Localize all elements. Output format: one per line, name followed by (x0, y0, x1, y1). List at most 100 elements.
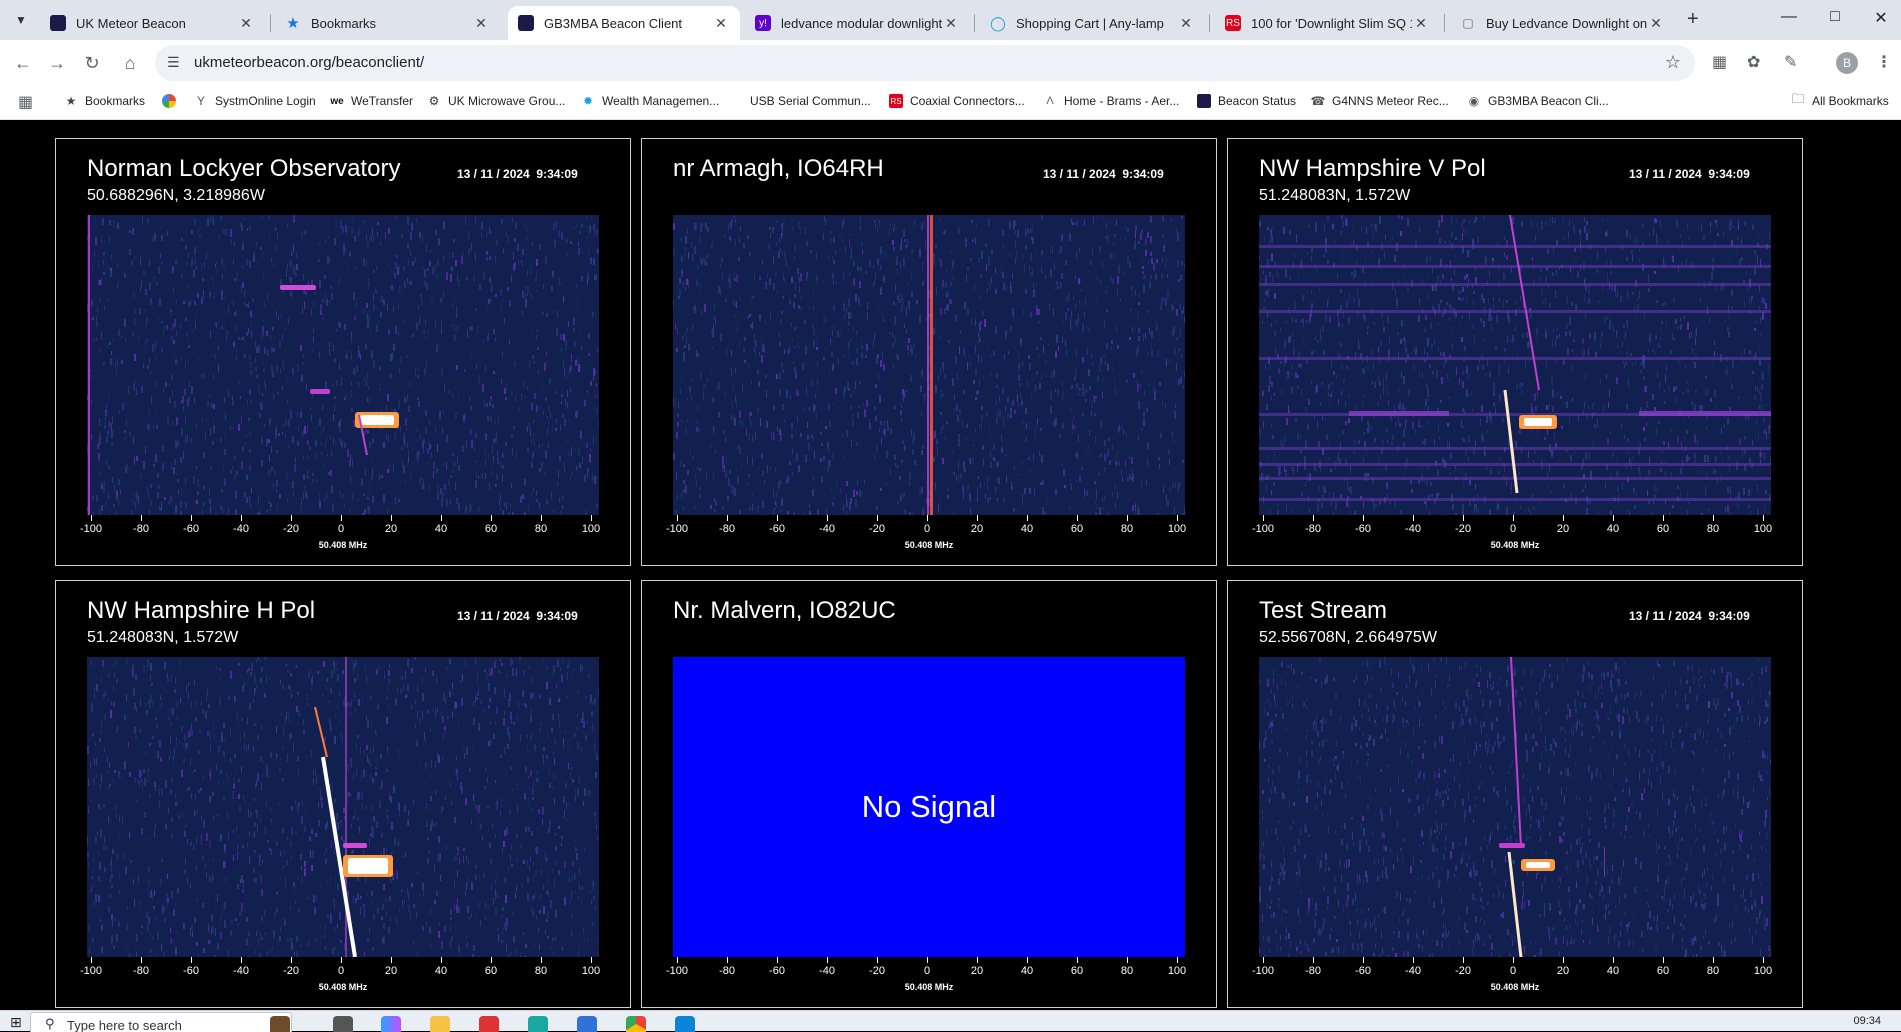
receiver-panel: Norman Lockyer Observatory13 / 11 / 2024… (55, 138, 631, 566)
app-blue-icon[interactable] (577, 1016, 597, 1032)
axis-tick-label: -60 (1343, 965, 1383, 977)
bookmark-wetransfer[interactable]: weWeTransfer (330, 94, 413, 108)
axis-tick-label: -40 (807, 965, 847, 977)
folder-icon: 🗀 (1791, 94, 1805, 108)
browser-toolbar: ← → ↻ ⌂ ☰ ukmeteorbeacon.org/beaconclien… (0, 40, 1901, 86)
minimize-icon[interactable]: — (1774, 8, 1804, 26)
new-tab-plus-icon[interactable]: + (1687, 8, 1699, 31)
axis-tick-label: 100 (1157, 965, 1197, 977)
forward-arrow-icon[interactable]: → (44, 50, 70, 76)
frequency-axis: -100-80-60-40-2002040608010050.408 MHz (1259, 515, 1771, 555)
bookmark-uk-microwave[interactable]: ⚙UK Microwave Grou... (427, 94, 565, 108)
maximize-icon[interactable]: □ (1820, 8, 1850, 26)
extension-custom-icon[interactable]: ✿ (1747, 52, 1760, 72)
axis-tick (1613, 515, 1614, 521)
axis-tick-label: 60 (1643, 523, 1683, 535)
axis-tick (1313, 515, 1314, 521)
bookmark-g4nns[interactable]: ☎G4NNS Meteor Rec... (1311, 94, 1449, 108)
bookmark-beacon-status[interactable]: Beacon Status (1197, 94, 1296, 108)
close-icon[interactable]: ✕ (1177, 15, 1195, 32)
axis-tick (777, 515, 778, 521)
file-explorer-icon[interactable] (430, 1016, 450, 1032)
close-icon[interactable]: ✕ (472, 15, 490, 32)
bookmark-brams[interactable]: ΛHome - Brams - Aer... (1043, 94, 1179, 108)
panel-timestamp: 13 / 11 / 2024 9:34:09 (457, 609, 578, 623)
mail-icon[interactable] (675, 1016, 695, 1032)
close-icon[interactable]: ✕ (1647, 15, 1665, 32)
axis-tick (827, 515, 828, 521)
bookmark-coaxial[interactable]: RSCoaxial Connectors... (889, 94, 1025, 108)
extension-reader-icon[interactable]: ▦ (1712, 52, 1727, 72)
bookmark-label: Wealth Managemen... (602, 94, 719, 108)
tab-rs-downlight[interactable]: RS 100 for 'Downlight Slim SQ 155 ✕ (1215, 6, 1440, 40)
task-view-icon[interactable] (333, 1016, 353, 1032)
axis-tick (1763, 515, 1764, 521)
site-info-icon[interactable]: ☰ (167, 54, 180, 71)
tab-bookmarks[interactable]: ★ Bookmarks ✕ (275, 6, 500, 40)
microwave-icon: ⚙ (427, 94, 441, 108)
panel-timestamp: 13 / 11 / 2024 9:34:09 (1629, 167, 1750, 181)
bookmark-usb-serial[interactable]: USB Serial Commun... (750, 94, 871, 108)
tab-title: 100 for 'Downlight Slim SQ 155 (1251, 16, 1412, 31)
meteor-reflection-trace (280, 285, 316, 290)
axis-tick (1563, 957, 1564, 963)
close-icon[interactable]: ✕ (1412, 15, 1430, 32)
close-icon[interactable]: ✕ (237, 15, 255, 32)
bookmark-google[interactable] (162, 94, 183, 108)
axis-tick-label: 80 (1107, 965, 1147, 977)
tab-buy-ledvance[interactable]: ▢ Buy Ledvance Downlight online ✕ (1450, 6, 1675, 40)
kebab-menu-icon[interactable]: ⋮ (1876, 52, 1892, 72)
panel-coordinates: 50.688296N, 3.218986W (87, 187, 265, 205)
tab-gb3mba-beacon-client[interactable]: GB3MBA Beacon Client ✕ (508, 6, 740, 40)
all-bookmarks[interactable]: 🗀All Bookmarks (1791, 94, 1889, 108)
reload-icon[interactable]: ↻ (79, 50, 105, 76)
close-icon[interactable]: ✕ (712, 15, 730, 32)
window-close-icon[interactable]: ✕ (1866, 8, 1896, 28)
windows-start-icon[interactable]: ⊞ (10, 1014, 22, 1031)
apps-grid-icon[interactable]: ▦ (18, 92, 33, 112)
app-red-icon[interactable] (479, 1016, 499, 1032)
axis-tick-label: 40 (1007, 523, 1047, 535)
panel-timestamp: 13 / 11 / 2024 9:34:09 (1043, 167, 1164, 181)
tab-uk-meteor-beacon[interactable]: UK Meteor Beacon ✕ (40, 6, 265, 40)
tab-ledvance-search[interactable]: y! ledvance modular downlight - ✕ (745, 6, 970, 40)
copilot-icon[interactable] (381, 1016, 401, 1032)
brams-icon: Λ (1043, 94, 1057, 108)
home-icon[interactable]: ⌂ (117, 50, 143, 76)
axis-tick-label: 40 (421, 523, 461, 535)
axis-tick (241, 957, 242, 963)
axis-tick (827, 957, 828, 963)
systmonline-icon: Y (194, 94, 208, 108)
receiver-panel: Test Stream13 / 11 / 2024 9:34:0952.5567… (1227, 580, 1803, 1008)
profile-avatar[interactable]: B (1836, 52, 1858, 74)
tab-shopping-cart[interactable]: ◯ Shopping Cart | Any-lamp ✕ (980, 6, 1205, 40)
bookmark-star-icon[interactable]: ☆ (1665, 52, 1681, 73)
taskbar-app-icon[interactable] (270, 1016, 290, 1032)
axis-tick-label: -60 (171, 965, 211, 977)
lightbulb-icon: ◯ (990, 15, 1006, 31)
edge-icon[interactable] (528, 1016, 548, 1032)
bookmark-wealth[interactable]: ✹Wealth Managemen... (581, 94, 719, 108)
bookmark-label: GB3MBA Beacon Cli... (1488, 94, 1609, 108)
axis-tick (1663, 957, 1664, 963)
yahoo-favicon-icon: y! (755, 15, 771, 31)
axis-tick (927, 515, 928, 521)
center-frequency-label: 50.408 MHz (879, 982, 979, 992)
bookmark-bookmarks[interactable]: ★Bookmarks (64, 94, 145, 108)
chrome-icon[interactable] (626, 1016, 646, 1032)
axis-tick (1463, 957, 1464, 963)
address-bar[interactable]: ☰ ukmeteorbeacon.org/beaconclient/ ☆ (155, 45, 1695, 81)
panel-title: NW Hampshire H Pol (87, 597, 315, 625)
search-placeholder: Type here to search (67, 1018, 182, 1032)
taskbar-search-input[interactable]: ⚲ Type here to search (30, 1012, 292, 1032)
back-arrow-icon[interactable]: ← (10, 50, 36, 76)
waterfall-spectrogram (1259, 215, 1771, 515)
url-text[interactable]: ukmeteorbeacon.org/beaconclient/ (194, 54, 424, 71)
bookmark-gb3mba[interactable]: ◉GB3MBA Beacon Cli... (1467, 94, 1609, 108)
close-icon[interactable]: ✕ (942, 15, 960, 32)
bookmark-systmonline[interactable]: YSystmOnline Login (194, 94, 316, 108)
extensions-puzzle-icon[interactable]: ✎ (1784, 52, 1797, 72)
carrier-line-trace (930, 215, 933, 515)
axis-tick-label: -20 (857, 965, 897, 977)
tab-search-button[interactable]: ▼ (8, 8, 34, 32)
